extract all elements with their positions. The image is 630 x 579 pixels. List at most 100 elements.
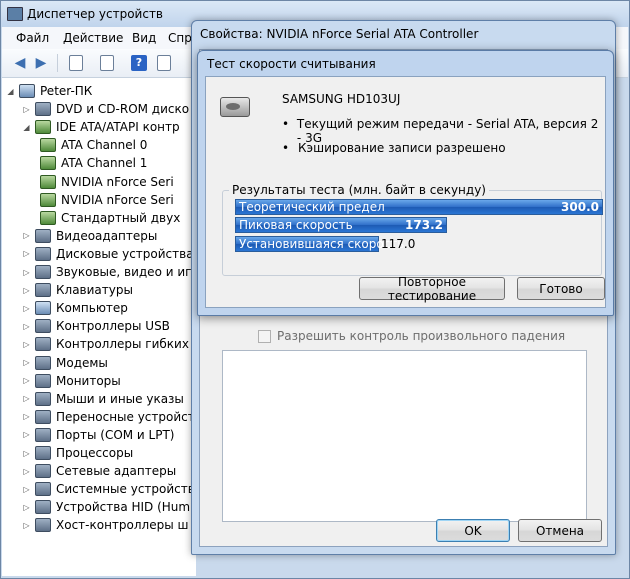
help-icon[interactable]: ? bbox=[131, 55, 147, 71]
collapsed-arrow-icon[interactable]: ▷ bbox=[22, 376, 31, 385]
tree-item[interactable]: ◢ Peter-ПК bbox=[6, 82, 92, 100]
tree-item[interactable]: ▷ Контроллеры USB bbox=[22, 317, 170, 335]
controller-icon bbox=[40, 138, 56, 153]
tree-item[interactable]: ▷ Сетевые адаптеры bbox=[22, 462, 176, 480]
drive-icon bbox=[35, 102, 51, 117]
tree-item[interactable]: ▷ Хост-контроллеры ш bbox=[22, 516, 188, 534]
forward-arrow-icon[interactable]: ▶ bbox=[33, 55, 49, 71]
drive-icon bbox=[35, 246, 51, 261]
ok-button[interactable]: OK bbox=[436, 519, 510, 542]
drop-control-checkbox-label: Разрешить контроль произвольного падения bbox=[277, 329, 566, 343]
collapsed-arrow-icon[interactable]: ▷ bbox=[22, 394, 31, 403]
tree-item[interactable]: ▷ Клавиатуры bbox=[22, 281, 133, 299]
tree-item-label: Компьютер bbox=[56, 301, 128, 316]
tree-item[interactable]: ▷ Системные устройств bbox=[22, 480, 195, 498]
tree-item[interactable]: ▷ Мыши и иные указы bbox=[22, 390, 184, 408]
collapsed-arrow-icon[interactable]: ▷ bbox=[22, 340, 31, 349]
disk-name: SAMSUNG HD103UJ bbox=[282, 92, 401, 106]
cpu-icon bbox=[35, 446, 51, 460]
tree-item[interactable]: ▷ Переносные устройст bbox=[22, 408, 195, 426]
back-arrow-icon[interactable]: ◀ bbox=[12, 55, 28, 71]
done-button[interactable]: Готово bbox=[517, 277, 605, 300]
tree-item[interactable]: ▷ Звуковые, видео и игр bbox=[22, 263, 196, 281]
controller-icon bbox=[40, 174, 56, 189]
tree-item-label: Сетевые адаптеры bbox=[56, 464, 177, 479]
tree-item-label: Клавиатуры bbox=[56, 283, 133, 298]
tree-item[interactable]: NVIDIA nForce Seri bbox=[40, 173, 174, 191]
collapsed-arrow-icon[interactable]: ▷ bbox=[22, 105, 31, 114]
portable-icon bbox=[35, 409, 51, 424]
device-manager-title: Диспетчер устройств bbox=[27, 7, 164, 21]
tree-item[interactable]: ATA Channel 1 bbox=[40, 154, 147, 172]
collapsed-arrow-icon[interactable]: ▷ bbox=[22, 412, 31, 421]
usb-icon bbox=[35, 319, 51, 334]
computer-icon bbox=[19, 84, 35, 98]
bullet-icon: • bbox=[282, 141, 290, 155]
collapsed-arrow-icon[interactable]: ▷ bbox=[22, 449, 31, 458]
menu-action[interactable]: Действие bbox=[63, 31, 123, 45]
collapsed-arrow-icon[interactable]: ▷ bbox=[22, 521, 31, 530]
tree-item-label: ATA Channel 1 bbox=[61, 156, 148, 171]
collapsed-arrow-icon[interactable]: ▷ bbox=[22, 467, 31, 476]
tree-item[interactable]: ▷ Контроллеры гибких bbox=[22, 335, 189, 353]
tree-item-label: Системные устройств bbox=[56, 482, 195, 497]
tree-item[interactable]: ▷ Устройства HID (Hum bbox=[22, 498, 190, 516]
tree-item[interactable]: ▷ Процессоры bbox=[22, 444, 133, 462]
tree-item[interactable]: ▷ DVD и CD-ROM диско bbox=[22, 100, 189, 118]
device-tree[interactable]: ◢ Peter-ПК ▷ DVD и CD-ROM диско ◢ IDE ATA/ATA… bbox=[2, 78, 196, 576]
cancel-button[interactable]: Отмена bbox=[518, 519, 602, 542]
device-manager-app-icon bbox=[7, 7, 23, 21]
tree-item-label: Peter-ПК bbox=[40, 84, 93, 98]
speed-test-dialog: Тест скорости считывания SAMSUNG HD103UJ… bbox=[197, 50, 614, 316]
tree-item[interactable]: ▷ Дисковые устройства bbox=[22, 245, 194, 263]
sound-icon bbox=[35, 265, 51, 279]
tree-item-label: Контроллеры гибких bbox=[56, 337, 189, 352]
collapsed-arrow-icon[interactable]: ▷ bbox=[22, 249, 31, 258]
properties-icon[interactable] bbox=[100, 55, 114, 71]
expanded-arrow-icon[interactable]: ◢ bbox=[22, 123, 31, 132]
peak-speed-bar: Пиковая скорость 173.2 bbox=[235, 217, 447, 233]
collapsed-arrow-icon[interactable]: ▷ bbox=[22, 304, 31, 313]
collapsed-arrow-icon[interactable]: ▷ bbox=[22, 231, 31, 240]
menu-view[interactable]: Вид bbox=[132, 31, 156, 45]
tree-item[interactable]: ◢ IDE ATA/ATAPI контр bbox=[22, 118, 180, 136]
tree-item-label: Устройства HID (Hum bbox=[56, 500, 191, 515]
drop-control-checkbox-row[interactable]: Разрешить контроль произвольного падения bbox=[258, 329, 565, 343]
retest-button[interactable]: Повторное тестирование bbox=[359, 275, 505, 303]
tree-item-label: Модемы bbox=[56, 355, 108, 370]
tree-item[interactable]: ▷ Модемы bbox=[22, 354, 108, 372]
tree-item[interactable]: ▷ Видеоадаптеры bbox=[22, 227, 157, 245]
expanded-arrow-icon[interactable]: ◢ bbox=[6, 87, 15, 96]
hard-disk-icon bbox=[220, 97, 250, 117]
write-cache-line: • Кэширование записи разрешено bbox=[282, 141, 506, 155]
collapsed-arrow-icon[interactable]: ▷ bbox=[22, 485, 31, 494]
tree-item-label: Мониторы bbox=[56, 373, 121, 388]
collapsed-arrow-icon[interactable]: ▷ bbox=[22, 322, 31, 331]
tree-view-icon[interactable] bbox=[69, 55, 83, 71]
tree-item[interactable]: Стандартный двух bbox=[40, 209, 180, 227]
tree-item[interactable]: ATA Channel 0 bbox=[40, 136, 147, 154]
tree-item[interactable]: ▷ Порты (COM и LPT) bbox=[22, 426, 174, 444]
collapsed-arrow-icon[interactable]: ▷ bbox=[22, 286, 31, 295]
tree-item-label: Процессоры bbox=[56, 446, 134, 460]
tree-item[interactable]: ▷ Компьютер bbox=[22, 299, 128, 317]
properties-dialog-title: Свойства: NVIDIA nForce Serial ATA Contr… bbox=[200, 27, 479, 41]
port-icon bbox=[35, 427, 51, 442]
menu-file[interactable]: Файл bbox=[16, 31, 49, 45]
controller-icon bbox=[40, 156, 56, 171]
scan-icon[interactable] bbox=[157, 55, 171, 71]
collapsed-arrow-icon[interactable]: ▷ bbox=[22, 503, 31, 512]
tree-item[interactable]: NVIDIA nForce Seri bbox=[40, 191, 174, 209]
tree-item[interactable]: ▷ Мониторы bbox=[22, 372, 121, 390]
floppy-icon bbox=[35, 337, 51, 352]
drop-control-checkbox[interactable] bbox=[258, 329, 271, 343]
collapsed-arrow-icon[interactable]: ▷ bbox=[22, 358, 31, 367]
collapsed-arrow-icon[interactable]: ▷ bbox=[22, 430, 31, 439]
toolbar-separator bbox=[57, 54, 58, 72]
network-icon bbox=[35, 464, 51, 479]
mouse-icon bbox=[35, 391, 51, 406]
collapsed-arrow-icon[interactable]: ▷ bbox=[22, 268, 31, 277]
theoretical-limit-value: 300.0 bbox=[561, 200, 599, 214]
sustained-speed-label: Установившаяся скорость bbox=[239, 237, 405, 251]
peak-speed-label: Пиковая скорость bbox=[239, 218, 353, 232]
